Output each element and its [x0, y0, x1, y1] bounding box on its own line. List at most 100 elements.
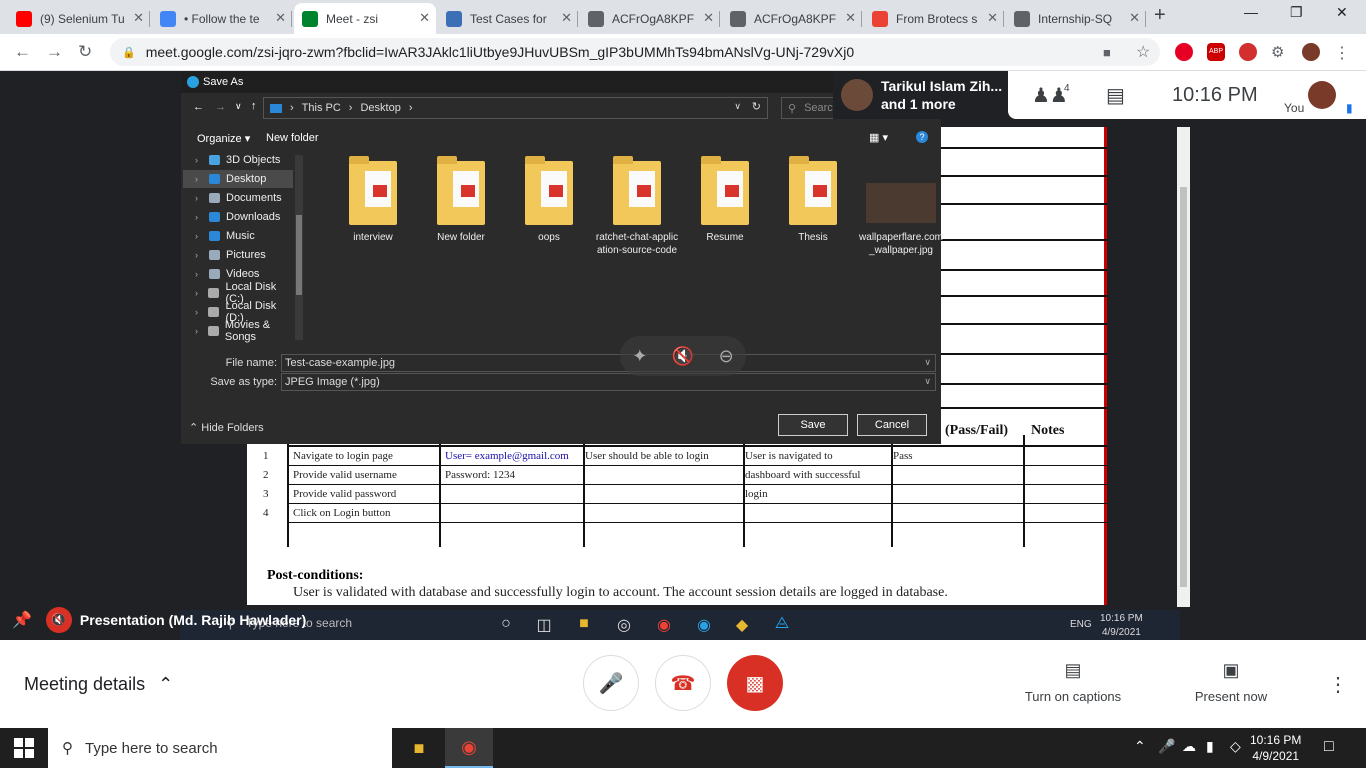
bookmark-star-icon[interactable]: ☆ — [1136, 42, 1154, 61]
leave-call-button[interactable]: ☎ — [655, 655, 711, 711]
forward-icon[interactable]: → — [215, 101, 226, 113]
help-icon[interactable]: ? — [916, 131, 928, 143]
file-name-input[interactable]: Test-case-example.jpg ∨ — [281, 354, 936, 372]
back-icon[interactable]: ← — [14, 42, 31, 62]
taskbar-clock[interactable]: 10:16 PM 4/9/2021 — [1250, 732, 1301, 764]
path-desktop[interactable]: Desktop — [360, 102, 400, 114]
hide-folders-button[interactable]: ⌃ Hide Folders — [189, 421, 264, 434]
tab[interactable]: Test Cases for ✕ — [438, 3, 578, 34]
restore-button[interactable]: ❐ — [1290, 4, 1303, 21]
microphone-button[interactable]: 🎤 — [583, 655, 639, 711]
tray-chevron-icon[interactable]: ⌃ — [1134, 738, 1146, 755]
minimize-button[interactable]: — — [1244, 4, 1258, 20]
remove-icon[interactable]: ⊖ — [719, 346, 734, 367]
notifications-icon[interactable]: □ — [1324, 738, 1334, 756]
close-tab-icon[interactable]: ✕ — [133, 10, 144, 26]
captions-button[interactable]: ▤ Turn on captions — [1003, 660, 1143, 704]
mute-icon[interactable]: 🔇 — [672, 346, 694, 367]
expand-chevron-icon[interactable]: › — [195, 155, 203, 165]
back-icon[interactable]: ← — [193, 101, 204, 113]
scrollbar-thumb[interactable] — [1180, 187, 1187, 587]
adblock-icon[interactable]: ABP — [1207, 43, 1225, 61]
expand-chevron-icon[interactable]: › — [195, 288, 202, 298]
expand-chevron-icon[interactable]: › — [195, 193, 203, 203]
pin-icon[interactable]: 📌 — [12, 610, 32, 630]
recent-chevron-icon[interactable]: ∨ — [235, 101, 242, 112]
people-icon[interactable]: ♟♟ — [1032, 83, 1068, 108]
scrollbar-thumb[interactable] — [296, 215, 302, 295]
forward-icon[interactable]: → — [46, 42, 63, 62]
camera-off-button[interactable]: ▩ — [727, 655, 783, 711]
nav-item[interactable]: › Pictures — [183, 246, 293, 264]
taskbar-search-field[interactable]: ⚲ Type here to search — [48, 728, 392, 768]
url-field[interactable]: 🔒 meet.google.com/zsi-jqro-zwm?fbclid=Iw… — [110, 38, 1160, 66]
nav-item[interactable]: › Music — [183, 227, 293, 245]
path-this-pc[interactable]: This PC — [302, 102, 341, 114]
expand-chevron-icon[interactable]: › — [195, 212, 203, 222]
tab[interactable]: From Brotecs s ✕ — [864, 3, 1004, 34]
tab[interactable]: Internship-SQ ✕ — [1006, 3, 1146, 34]
pinterest-icon[interactable] — [1175, 43, 1193, 61]
present-now-button[interactable]: ▣ Present now — [1161, 660, 1301, 704]
reload-icon[interactable]: ↻ — [78, 42, 92, 62]
new-folder-button[interactable]: New folder — [266, 132, 319, 144]
file-item[interactable]: New folder — [419, 156, 503, 244]
close-tab-icon[interactable]: ✕ — [1129, 10, 1140, 26]
file-item[interactable]: Thesis — [771, 156, 855, 244]
nav-item[interactable]: › Downloads — [183, 208, 293, 226]
chrome-icon[interactable]: ◉ — [445, 728, 493, 768]
file-item[interactable]: oops — [507, 156, 591, 244]
battery-icon[interactable]: ▮ — [1206, 738, 1214, 755]
nav-item[interactable]: › Documents — [183, 189, 293, 207]
more-options-icon[interactable]: ⋮ — [1328, 672, 1348, 697]
close-tab-icon[interactable]: ✕ — [419, 10, 430, 26]
tab[interactable]: Meet - zsi ✕ — [294, 3, 436, 34]
expand-chevron-icon[interactable]: › — [195, 250, 203, 260]
onedrive-icon[interactable]: ☁ — [1182, 738, 1196, 755]
close-tab-icon[interactable]: ✕ — [561, 10, 572, 26]
extensions-puzzle-icon[interactable]: ⚙ — [1271, 43, 1289, 61]
navigation-pane-scrollbar[interactable] — [295, 155, 303, 340]
wifi-icon[interactable]: ◇ — [1230, 738, 1241, 755]
tab[interactable]: ACFrOgA8KPF ✕ — [580, 3, 720, 34]
organize-button[interactable]: Organize ▾ — [197, 132, 250, 145]
tab[interactable]: • Follow the te ✕ — [152, 3, 292, 34]
close-tab-icon[interactable]: ✕ — [845, 10, 856, 26]
expand-chevron-icon[interactable]: › — [195, 326, 202, 336]
expand-chevron-icon[interactable]: › — [195, 174, 203, 184]
close-tab-icon[interactable]: ✕ — [987, 10, 998, 26]
chevron-down-icon[interactable]: ∨ — [924, 376, 931, 387]
meeting-details-button[interactable]: Meeting details ⌃ — [24, 674, 173, 695]
expand-chevron-icon[interactable]: › — [195, 307, 202, 317]
nav-item[interactable]: › Desktop — [183, 170, 293, 188]
nav-item[interactable]: › 3D Objects — [183, 151, 293, 169]
close-window-button[interactable]: ✕ — [1336, 4, 1348, 21]
profile-avatar[interactable] — [1302, 43, 1320, 61]
self-avatar[interactable] — [1308, 81, 1336, 109]
save-type-select[interactable]: JPEG Image (*.jpg) ∨ — [281, 373, 936, 391]
file-item[interactable]: wallpaperflare.com_wallpaper.jpg — [859, 161, 943, 257]
document-scrollbar[interactable] — [1177, 127, 1190, 607]
path-breadcrumb[interactable]: › This PC › Desktop › ∨ ↻ — [263, 97, 768, 119]
cancel-button[interactable]: Cancel — [857, 414, 927, 436]
tab[interactable]: ACFrOgA8KPF ✕ — [722, 3, 862, 34]
up-icon[interactable]: ↑ — [251, 100, 257, 112]
chat-icon[interactable]: ▤ — [1106, 83, 1125, 108]
close-tab-icon[interactable]: ✕ — [703, 10, 714, 26]
view-options-icon[interactable]: ▦ ▾ — [869, 131, 888, 144]
tab[interactable]: (9) Selenium Tu ✕ — [8, 3, 150, 34]
microphone-icon[interactable]: 🎤 — [1158, 738, 1175, 755]
windows-start-icon[interactable] — [14, 738, 34, 758]
new-tab-button[interactable]: + — [1154, 4, 1166, 27]
camera-blocked-icon[interactable]: ■ — [1103, 45, 1121, 63]
close-tab-icon[interactable]: ✕ — [275, 10, 286, 26]
unpin-icon[interactable]: ✦ — [632, 346, 647, 367]
chevron-down-icon[interactable]: ∨ — [924, 357, 931, 368]
path-dropdown-icon[interactable]: ∨ — [734, 101, 741, 112]
file-explorer-icon[interactable]: ■ — [395, 728, 443, 768]
expand-chevron-icon[interactable]: › — [195, 231, 203, 241]
file-item[interactable]: Resume — [683, 156, 767, 244]
nav-item[interactable]: › Movies & Songs — [183, 319, 293, 343]
browser-menu-icon[interactable]: ⋮ — [1334, 43, 1352, 62]
pinned-participant[interactable]: Tarikul Islam Zih... and 1 more — [833, 71, 1008, 119]
